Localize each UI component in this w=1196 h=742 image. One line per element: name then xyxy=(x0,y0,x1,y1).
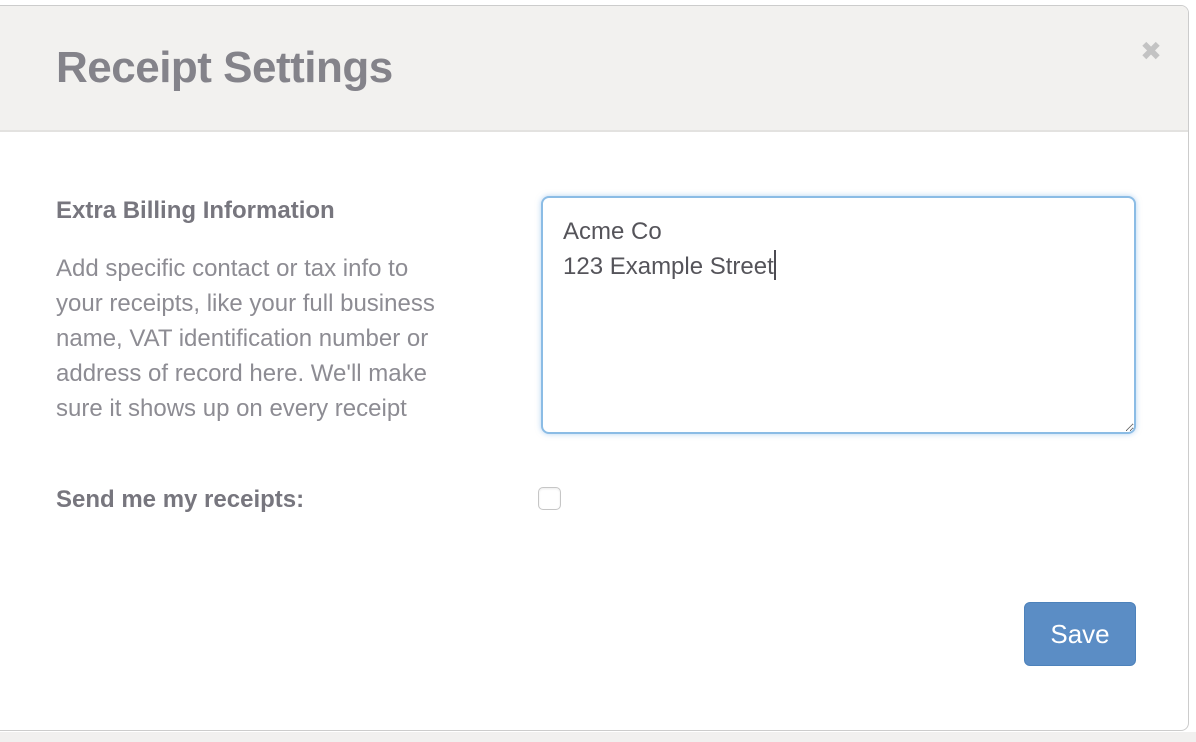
close-button[interactable]: ✖ xyxy=(1134,34,1168,68)
modal-header: Receipt Settings xyxy=(0,6,1188,132)
receipt-settings-modal: Receipt Settings ✖ Extra Billing Informa… xyxy=(0,5,1189,731)
page-bottom-strip xyxy=(0,732,1196,742)
send-receipts-checkbox[interactable] xyxy=(538,487,561,510)
modal-title: Receipt Settings xyxy=(56,44,393,92)
extra-billing-label: Extra Billing Information xyxy=(56,196,335,226)
billing-textarea-wrap: Acme Co 123 Example Street xyxy=(541,196,1136,434)
page-background: Receipt Settings ✖ Extra Billing Informa… xyxy=(0,0,1196,742)
send-receipts-label: Send me my receipts: xyxy=(56,485,304,515)
close-icon: ✖ xyxy=(1140,36,1162,66)
billing-description: Add specific contact or tax info to your… xyxy=(56,251,456,426)
billing-info-textarea[interactable]: Acme Co 123 Example Street xyxy=(541,196,1136,434)
save-button[interactable]: Save xyxy=(1024,602,1136,666)
